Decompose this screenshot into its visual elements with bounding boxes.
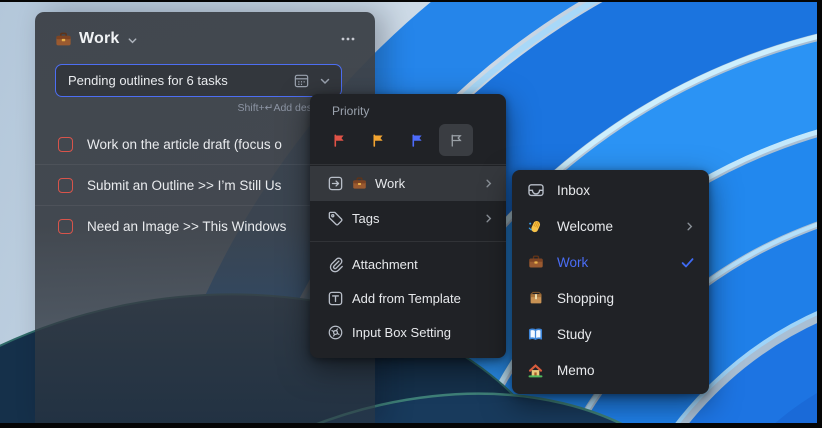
low-priority-flag[interactable]	[400, 124, 434, 156]
priority-flag-row	[310, 120, 506, 163]
submenu-item-study[interactable]: Study	[512, 316, 709, 352]
task-title: Need an Image >> This Windows	[87, 219, 286, 234]
chevron-right-icon	[684, 221, 695, 232]
submenu-item-shopping[interactable]: Shopping	[512, 280, 709, 316]
submenu-item-inbox[interactable]: Inbox	[512, 172, 709, 208]
submenu-item-memo[interactable]: Memo	[512, 352, 709, 388]
waving-hand-icon	[526, 218, 545, 235]
quick-add-input[interactable]	[68, 73, 293, 88]
menu-divider	[310, 164, 506, 165]
task-checkbox[interactable]	[58, 219, 73, 234]
task-title: Submit an Outline >> I’m Still Us	[87, 178, 281, 193]
menu-item-attachment[interactable]: Attachment	[310, 247, 506, 281]
no-priority-flag[interactable]	[439, 124, 473, 156]
menu-divider	[310, 241, 506, 242]
paperclip-icon	[326, 256, 344, 273]
menu-item-label: Input Box Setting	[352, 325, 494, 340]
move-to-list-icon	[326, 175, 344, 192]
menu-item-label: Attachment	[352, 257, 494, 272]
house-icon	[526, 362, 545, 379]
frame-border	[0, 423, 822, 428]
chevron-down-icon[interactable]	[319, 75, 331, 87]
calendar-icon[interactable]	[293, 72, 310, 89]
submenu-item-label: Inbox	[557, 183, 695, 198]
menu-item-input-box-setting[interactable]: Input Box Setting	[310, 315, 506, 349]
submenu-item-label: Shopping	[557, 291, 695, 306]
menu-item-move-to-list[interactable]: Work	[310, 166, 506, 201]
priority-section-label: Priority	[310, 94, 506, 120]
frame-border	[817, 0, 822, 428]
input-box-setting-icon	[326, 324, 344, 341]
menu-item-tags[interactable]: Tags	[310, 201, 506, 236]
briefcase-icon	[352, 176, 367, 191]
more-options-button[interactable]	[339, 30, 357, 48]
quick-add-input-box[interactable]	[55, 64, 342, 97]
medium-priority-flag[interactable]	[361, 124, 395, 156]
add-description-hint: Shift+↵Add des	[238, 102, 312, 114]
chevron-right-icon	[483, 213, 494, 224]
menu-item-label: Tags	[352, 211, 483, 226]
menu-item-label: Add from Template	[352, 291, 494, 306]
task-title: Work on the article draft (focus o	[87, 137, 282, 152]
tag-icon	[326, 210, 344, 227]
quick-add-options-menu: Priority Work	[310, 94, 506, 358]
menu-item-label: Work	[375, 176, 483, 191]
submenu-item-label: Study	[557, 327, 695, 342]
checkmark-icon	[680, 255, 695, 270]
inbox-icon	[526, 181, 545, 199]
submenu-item-label: Work	[557, 255, 680, 270]
briefcase-icon	[55, 31, 72, 48]
chevron-right-icon	[483, 178, 494, 189]
chevron-down-icon[interactable]	[127, 35, 138, 46]
book-icon	[526, 326, 545, 343]
screenshot-root: Work Shift+↵Add des Work	[0, 0, 822, 428]
list-picker-submenu: Inbox Welcome Work Shopping	[512, 170, 709, 394]
submenu-item-label: Memo	[557, 363, 695, 378]
high-priority-flag[interactable]	[322, 124, 356, 156]
briefcase-icon	[526, 254, 545, 270]
submenu-item-label: Welcome	[557, 219, 684, 234]
menu-item-add-from-template[interactable]: Add from Template	[310, 281, 506, 315]
list-title: Work	[79, 30, 120, 48]
task-checkbox[interactable]	[58, 137, 73, 152]
submenu-item-work[interactable]: Work	[512, 244, 709, 280]
package-icon	[526, 290, 545, 306]
list-header: Work	[55, 26, 357, 52]
submenu-item-welcome[interactable]: Welcome	[512, 208, 709, 244]
template-icon	[326, 290, 344, 307]
frame-border	[0, 0, 822, 2]
task-checkbox[interactable]	[58, 178, 73, 193]
